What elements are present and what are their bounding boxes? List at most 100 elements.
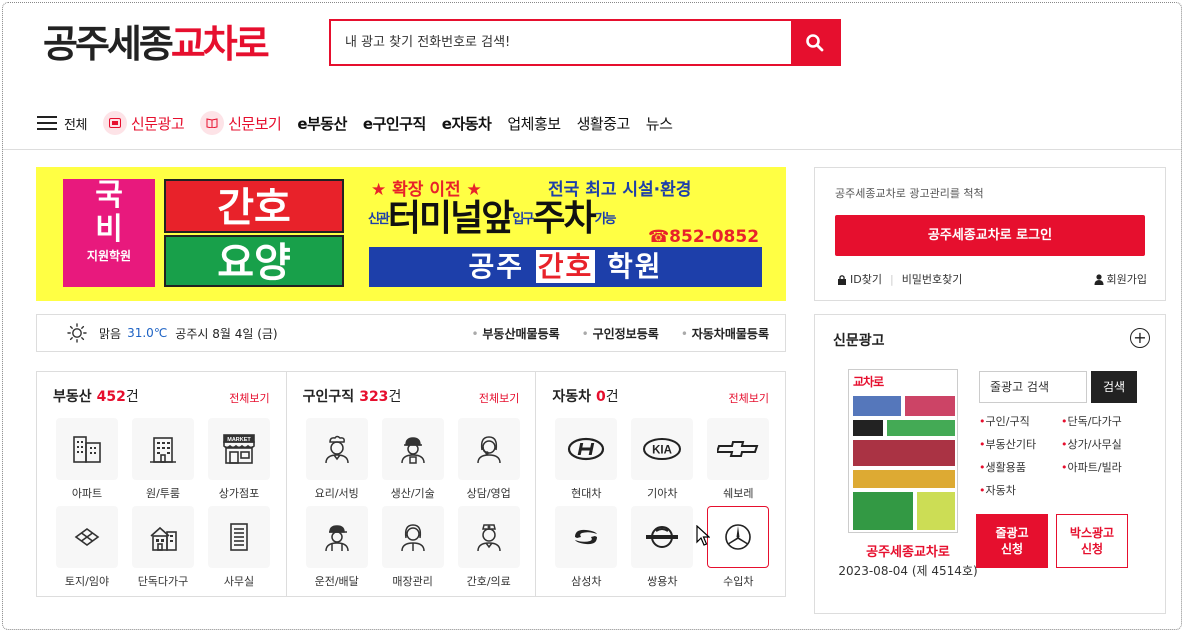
search-input[interactable]: [331, 21, 791, 64]
link-shop-office[interactable]: 상가/사무실: [1061, 436, 1149, 452]
paper-name[interactable]: 공주세종교차로: [833, 541, 983, 560]
box-ad-apply-button[interactable]: 박스광고 신청: [1056, 514, 1128, 568]
classified-search-input[interactable]: 줄광고 검색: [979, 371, 1087, 403]
link-apartment[interactable]: 아파트/빌라: [1061, 459, 1149, 475]
view-all-link[interactable]: 전체보기: [229, 390, 269, 406]
section-title: 구인구직 323건: [303, 386, 402, 406]
office-icon: [230, 523, 248, 551]
banner-new: 신관: [368, 212, 390, 227]
tile-house[interactable]: 단독다가구: [125, 506, 201, 588]
hyundai-icon: [568, 437, 605, 461]
divider: |: [889, 272, 894, 286]
nav-label: e구인구직: [362, 114, 426, 133]
tile-label: 생산/기술: [390, 487, 435, 500]
nav-e-realestate[interactable]: e부동산: [297, 113, 347, 134]
logo-text-region: 공주세종: [43, 22, 174, 66]
tile-label: 토지/임야: [64, 575, 110, 588]
nav-e-cars[interactable]: e자동차: [442, 113, 492, 134]
newspaper-ad-panel: 신문광고 + 교차로 공주세종교차로 2023-08-04 (제 4514호) …: [814, 314, 1166, 614]
tile-consult[interactable]: 상담/영업: [451, 418, 527, 500]
ad-banner[interactable]: 국 비 지원학원 간호 요양 ★ 확장 이전 ★ 전국 최고 시설·환경 신관터…: [36, 167, 786, 301]
section-title-text: 부동산: [53, 389, 92, 405]
register-job-link[interactable]: 구인정보등록: [582, 325, 659, 342]
nav-label: 생활중고: [576, 114, 631, 133]
tile-label: 매장관리: [392, 575, 433, 588]
account-links: ID찾기 | 비밀번호찾기 회원가입: [837, 271, 1147, 287]
tile-driver[interactable]: 운전/배달: [299, 506, 375, 588]
button-line2: 신청: [1000, 542, 1024, 556]
paper-logo: 교차로: [853, 374, 884, 389]
tile-shop[interactable]: MARKET 상가점포: [201, 418, 277, 500]
samsung-icon: [575, 529, 598, 545]
tile-oneroom[interactable]: 원/투룸: [125, 418, 201, 500]
tile-chevrolet[interactable]: 쉐보레: [700, 418, 776, 500]
find-password-link[interactable]: 비밀번호찾기: [902, 271, 963, 287]
nav-business[interactable]: 업체홍보: [507, 113, 561, 134]
site-logo[interactable]: 공주세종교차로: [43, 21, 270, 67]
link-household[interactable]: 생활용품: [979, 459, 1061, 475]
section-unit: 건: [125, 389, 139, 405]
search-button[interactable]: [791, 21, 839, 64]
view-all-link[interactable]: 전체보기: [479, 390, 519, 406]
plus-icon[interactable]: +: [1130, 328, 1150, 348]
banner-location: 신관터미널앞입구주차가능: [368, 197, 617, 242]
search-icon: [806, 33, 824, 51]
tile-store[interactable]: 매장관리: [375, 506, 451, 588]
nav-all-label: 전체: [64, 117, 87, 133]
signup-link[interactable]: 회원가입: [1094, 271, 1147, 287]
tile-office[interactable]: 사무실: [201, 506, 277, 588]
building-icon: [150, 437, 176, 463]
banner-park-possible: 가능: [594, 212, 617, 227]
nav-label: 신문보기: [228, 114, 282, 133]
login-button[interactable]: 공주세종교차로 로그인: [835, 215, 1145, 256]
apartment-icon: [73, 436, 101, 463]
tile-production[interactable]: 생산/기술: [375, 418, 451, 500]
tile-ssangyong[interactable]: 쌍용차: [624, 506, 700, 588]
weather-bar: 맑음 31.0℃ 공주시 8월 4일 (금) 부동산매물등록 구인정보등록 자동…: [36, 314, 786, 352]
banner-academy-1: 공주: [468, 250, 524, 283]
button-line1: 줄광고: [995, 526, 1029, 540]
tile-import[interactable]: 수입차: [700, 506, 776, 588]
register-links: 부동산매물등록 구인정보등록 자동차매물등록: [449, 325, 785, 342]
nav-all[interactable]: 전체: [37, 114, 87, 133]
tile-samsung[interactable]: 삼성차: [548, 506, 624, 588]
tile-nurse[interactable]: 간호/의료: [451, 506, 527, 588]
market-icon: MARKET: [223, 434, 255, 464]
nav-label: 신문광고: [130, 114, 185, 133]
lock-icon: [838, 274, 846, 285]
nav-newspaper-view[interactable]: 신문보기: [200, 111, 282, 135]
register-realestate-link[interactable]: 부동산매물등록: [471, 325, 559, 342]
tile-label: 현대차: [571, 487, 602, 500]
signup-label: 회원가입: [1106, 273, 1147, 286]
tile-kia[interactable]: KIA 기아차: [624, 418, 700, 500]
nav-news[interactable]: 뉴스: [646, 113, 673, 134]
link-jobs[interactable]: 구인/구직: [979, 413, 1061, 429]
link-realestate-etc[interactable]: 부동산기타: [979, 436, 1061, 452]
banner-support-box: 국 비 지원학원: [63, 179, 155, 287]
tile-label: 쌍용차: [647, 575, 678, 588]
tile-cook[interactable]: 요리/서빙: [299, 418, 375, 500]
section-title: 부동산 452건: [53, 386, 139, 406]
link-house[interactable]: 단독/다가구: [1061, 413, 1149, 429]
line-ad-apply-button[interactable]: 줄광고 신청: [976, 514, 1048, 568]
nav-secondhand[interactable]: 생활중고: [576, 113, 631, 134]
tile-label: 단독다가구: [137, 575, 189, 588]
book-icon: [200, 111, 225, 135]
classified-search-button[interactable]: 검색: [1091, 371, 1137, 403]
register-car-link[interactable]: 자동차매물등록: [681, 325, 769, 342]
button-line2: 신청: [1080, 542, 1104, 556]
find-id-link[interactable]: ID찾기: [850, 271, 882, 287]
category-box: 부동산 452건 전체보기 아파트 원/투룸 MARKET 상가점포 토지/임야…: [36, 371, 786, 597]
newspaper-thumbnail[interactable]: 교차로: [848, 369, 958, 533]
section-count: 452: [96, 389, 126, 405]
tile-apartment[interactable]: 아파트: [49, 418, 125, 500]
tile-hyundai[interactable]: 현대차: [548, 418, 624, 500]
link-car[interactable]: 자동차: [979, 482, 1061, 498]
worker-icon: [400, 437, 425, 464]
banner-bi: 비: [95, 212, 123, 247]
view-all-link[interactable]: 전체보기: [729, 390, 769, 406]
nav-newspaper-ad[interactable]: 신문광고: [102, 111, 185, 135]
driver-icon: [324, 525, 349, 552]
nav-e-jobs[interactable]: e구인구직: [363, 113, 426, 134]
tile-land[interactable]: 토지/임야: [49, 506, 125, 588]
